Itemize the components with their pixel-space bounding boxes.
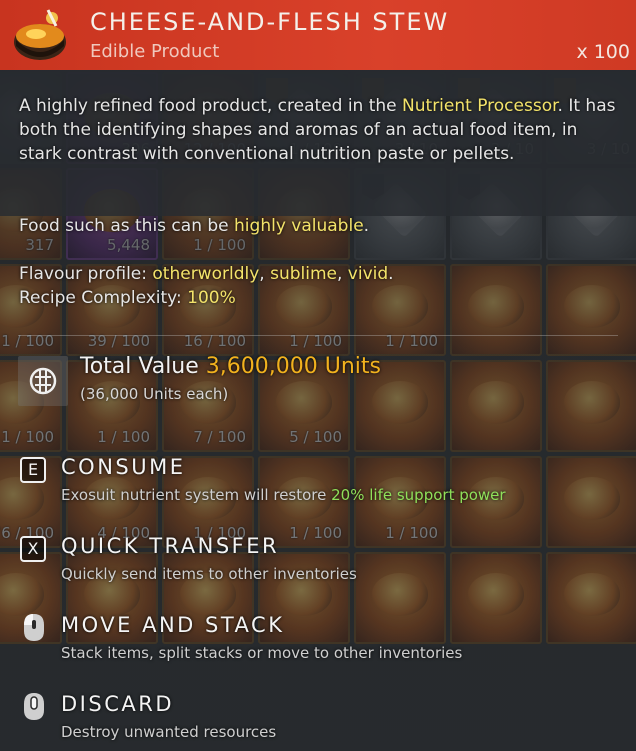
units-currency-icon: [18, 356, 68, 406]
total-value: Total Value 3,600,000 Units: [80, 354, 381, 379]
stew-pot-icon: [14, 9, 66, 60]
divider: [18, 335, 618, 336]
item-header: CHEESE-AND-FLESH STEW Edible Product x 1…: [0, 0, 636, 70]
consume-action[interactable]: CONSUME: [61, 455, 186, 479]
nutrient-processor-link: Nutrient Processor: [402, 96, 558, 116]
mouse-middle-click-icon: [24, 693, 44, 720]
recipe-complexity: Recipe Complexity: 100%: [19, 288, 236, 308]
discard-action[interactable]: DISCARD: [61, 692, 174, 716]
flavour-profile: Flavour profile: otherworldly, sublime, …: [19, 264, 394, 284]
item-title: CHEESE-AND-FLESH STEW: [90, 8, 450, 36]
key-x-icon: X: [20, 536, 46, 562]
mouse-left-click-icon: [24, 614, 44, 641]
value-each: (36,000 Units each): [80, 385, 229, 403]
item-quantity: x 100: [576, 41, 630, 63]
consume-description: Exosuit nutrient system will restore 20%…: [61, 486, 506, 504]
value-hint: Food such as this can be highly valuable…: [19, 216, 370, 236]
move-and-stack-action[interactable]: MOVE AND STACK: [61, 613, 284, 637]
discard-description: Destroy unwanted resources: [61, 723, 277, 741]
item-description: A highly refined food product, created i…: [19, 96, 616, 164]
key-e-icon: E: [20, 457, 46, 483]
move-and-stack-description: Stack items, split stacks or move to oth…: [61, 644, 463, 662]
quick-transfer-action[interactable]: QUICK TRANSFER: [61, 534, 279, 558]
item-category: Edible Product: [90, 41, 220, 62]
quick-transfer-description: Quickly send items to other inventories: [61, 565, 357, 583]
